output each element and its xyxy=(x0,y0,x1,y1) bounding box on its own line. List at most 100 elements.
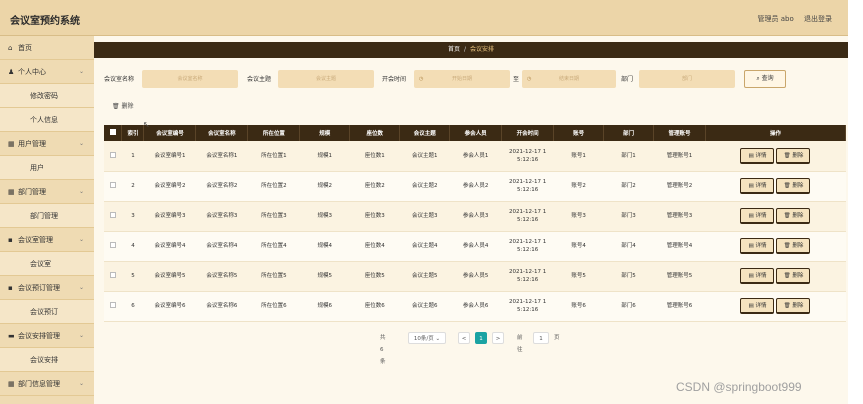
delete-button[interactable]: 🗑 删除 xyxy=(776,238,811,254)
breadcrumb: 首页 / 会议安排 xyxy=(94,42,848,58)
page-1-button[interactable]: 1 xyxy=(475,332,487,344)
detail-button[interactable]: ▤ 详情 xyxy=(740,268,775,284)
table-cell: 管理账号1 xyxy=(653,141,706,172)
delete-button[interactable]: 🗑 删除 xyxy=(776,147,811,164)
table-cell: 规模3 xyxy=(299,201,350,232)
logout-link[interactable]: 退出登录 xyxy=(804,15,832,23)
sidebar-item-2[interactable]: 修改密码 xyxy=(0,84,94,108)
to-label: 至 xyxy=(513,76,520,83)
detail-button[interactable]: ▤ 详情 xyxy=(740,147,775,164)
sidebar-item-label: 会议室 xyxy=(30,260,51,268)
column-header: 座位数 xyxy=(349,125,401,141)
sidebar-item-3[interactable]: 个人信息 xyxy=(0,108,94,132)
detail-button[interactable]: ▤ 详情 xyxy=(740,178,775,194)
table-cell: 2021-12-17 1 5:12:16 xyxy=(501,291,554,322)
table-cell: 管理账号5 xyxy=(653,261,706,292)
table-row: 5 会议室编号5 会议室名称5 所在位置5 规模5 座位数5 会议主题5 参会人员5 2021-… xyxy=(104,261,846,292)
select-all-checkbox[interactable] xyxy=(104,125,123,141)
sidebar-item-label: 部门信息管理 xyxy=(18,380,60,388)
table-cell: 2021-12-17 1 5:12:16 xyxy=(501,141,554,172)
table-cell: 参会人员2 xyxy=(449,171,502,202)
sidebar-item-6[interactable]: ▦ 部门管理 ⌄ xyxy=(0,180,94,204)
detail-button[interactable]: ▤ 详情 xyxy=(740,238,775,254)
batch-delete-button[interactable]: 🗑 删除 xyxy=(112,101,134,110)
next-page-button[interactable]: > xyxy=(492,332,504,344)
row-checkbox[interactable] xyxy=(104,261,122,292)
total-count: 共 6 条 xyxy=(380,335,386,365)
detail-button-label: 详情 xyxy=(755,303,767,309)
trash-icon: 🗑 xyxy=(783,303,791,309)
row-checkbox[interactable] xyxy=(104,231,122,262)
trash-icon: 🗑 xyxy=(783,273,791,279)
room-name-input[interactable]: 会议室名称 xyxy=(142,70,238,88)
delete-button[interactable]: 🗑 删除 xyxy=(776,268,811,284)
sidebar-item-9[interactable]: 会议室 xyxy=(0,252,94,276)
chevron-down-icon: ⌄ xyxy=(78,188,84,195)
sidebar-item-12[interactable]: ▬ 会议安排管理 ⌄ xyxy=(0,324,94,348)
table-row: 1 会议室编号1 会议室名称1 所在位置1 规模1 座位数1 会议主题1 参会人员1 2021-… xyxy=(104,141,846,172)
table-cell: 会议室编号6 xyxy=(143,291,196,322)
column-header: 操作 xyxy=(705,125,847,141)
row-checkbox[interactable] xyxy=(104,141,122,172)
table-cell: 部门5 xyxy=(603,261,654,292)
sidebar-item-label: 部门管理 xyxy=(30,212,58,220)
table-cell: 2 xyxy=(121,171,144,202)
table-cell: 座位数3 xyxy=(349,201,400,232)
table-cell: 所在位置6 xyxy=(247,291,300,322)
grid-icon: ▦ xyxy=(8,188,15,196)
row-checkbox[interactable] xyxy=(104,171,122,202)
query-button[interactable]: ⌕ 查询 xyxy=(744,70,786,88)
sidebar-item-1[interactable]: ♟ 个人中心 ⌄ xyxy=(0,60,94,84)
document-icon: ▤ xyxy=(748,183,754,189)
table-cell: 会议室名称6 xyxy=(195,291,248,322)
table-cell: 2021-12-17 1 5:12:16 xyxy=(501,231,554,262)
topic-input[interactable]: 会议主题 xyxy=(278,70,374,88)
table-cell: 会议主题4 xyxy=(399,231,450,262)
sidebar-item-0[interactable]: ⌂ 首页 xyxy=(0,36,94,60)
detail-button[interactable]: ▤ 详情 xyxy=(740,208,775,224)
row-checkbox[interactable] xyxy=(104,291,122,322)
delete-button[interactable]: 🗑 删除 xyxy=(776,298,811,314)
sidebar-item-4[interactable]: ▦ 用户管理 ⌄ xyxy=(0,132,94,156)
sidebar-item-5[interactable]: 用户 xyxy=(0,156,94,180)
end-date-input[interactable]: ◷ 结束日期 xyxy=(522,70,616,88)
start-date-input[interactable]: ◷ 开始日期 xyxy=(414,70,510,88)
table-cell: 账号5 xyxy=(553,261,604,292)
column-header: 会议室名称 xyxy=(195,125,249,141)
row-checkbox[interactable] xyxy=(104,201,122,232)
row-actions: ▤ 详情 🗑 删除 xyxy=(705,141,846,172)
table-cell: 1 xyxy=(121,141,144,172)
sidebar-item-7[interactable]: 部门管理 xyxy=(0,204,94,228)
table-cell: 会议室名称5 xyxy=(195,261,248,292)
sidebar-item-8[interactable]: ▪ 会议室管理 ⌄ xyxy=(0,228,94,252)
document-icon: ▤ xyxy=(748,273,754,279)
topic-label: 会议主题 xyxy=(247,76,272,83)
delete-button[interactable]: 🗑 删除 xyxy=(776,178,811,194)
sidebar-item-11[interactable]: 会议预订 xyxy=(0,300,94,324)
sidebar-item-10[interactable]: ▪ 会议预订管理 ⌄ xyxy=(0,276,94,300)
breadcrumb-separator: / xyxy=(463,46,467,53)
dept-input[interactable]: 部门 xyxy=(639,70,735,88)
breadcrumb-home[interactable]: 首页 xyxy=(448,46,460,53)
detail-button[interactable]: ▤ 详情 xyxy=(740,298,775,314)
sidebar-item-label: 个人信息 xyxy=(30,116,58,124)
table-cell: 座位数1 xyxy=(349,141,400,172)
trash-icon: 🗑 xyxy=(112,103,120,110)
table-cell: 会议主题2 xyxy=(399,171,450,202)
table-cell: 规模4 xyxy=(299,231,350,262)
prev-page-button[interactable]: < xyxy=(458,332,470,344)
table-row: 3 会议室编号3 会议室名称3 所在位置3 规模3 座位数3 会议主题3 参会人员3 2021-… xyxy=(104,201,846,232)
sidebar-item-14[interactable]: ▦ 部门信息管理 ⌄ xyxy=(0,372,94,396)
sidebar-item-13[interactable]: 会议安排 xyxy=(0,348,94,372)
table-cell: 部门4 xyxy=(603,231,654,262)
goto-label: 前往 xyxy=(517,335,523,353)
delete-button[interactable]: 🗑 删除 xyxy=(776,208,811,224)
column-header: 所在位置 xyxy=(247,125,301,141)
page-size-select[interactable]: 10条/页 ⌄ xyxy=(408,332,446,344)
table-cell: 参会人员4 xyxy=(449,231,502,262)
table-cell: 参会人员6 xyxy=(449,291,502,322)
sidebar-item-label: 会议室管理 xyxy=(18,236,53,244)
goto-page-input[interactable]: 1 xyxy=(533,332,549,344)
table-cell: 所在位置5 xyxy=(247,261,300,292)
column-header: 规模 xyxy=(299,125,351,141)
